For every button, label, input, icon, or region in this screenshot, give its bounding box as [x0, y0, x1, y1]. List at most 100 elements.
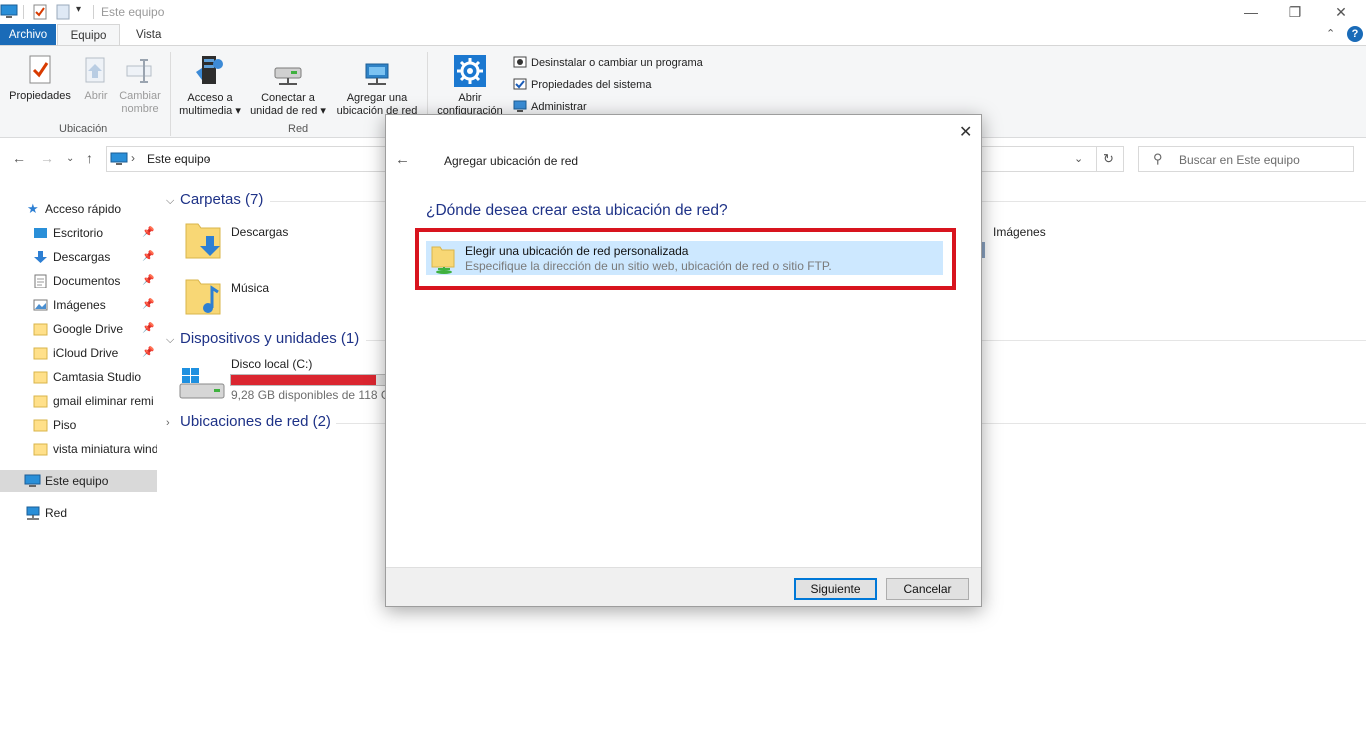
rename-icon: [126, 59, 152, 83]
pin-icon[interactable]: 📌: [142, 246, 154, 268]
media-access-label-2: multimedia ▾: [179, 105, 241, 117]
network-locations-group-header[interactable]: › Ubicaciones de red (2): [166, 413, 331, 430]
window-title: Este equipo: [101, 5, 165, 19]
search-box[interactable]: ⚲ Buscar en Este equipo: [1138, 146, 1354, 172]
chevron-down-icon: ⌵: [166, 195, 175, 207]
nav-quick-access[interactable]: ★ Acceso rápido: [0, 198, 157, 220]
downloads-folder-icon: [185, 223, 221, 259]
open-settings-button[interactable]: Abrir configuración: [432, 54, 508, 118]
this-pc-icon: [0, 4, 18, 22]
dialog-back-arrow-icon[interactable]: ←: [395, 151, 410, 168]
breadcrumb-this-pc[interactable]: Este equipo: [147, 152, 210, 166]
folder-icon: [33, 443, 48, 456]
rename-label-2: nombre: [121, 103, 159, 115]
nav-item-vista-miniatura[interactable]: vista miniatura wind: [0, 438, 157, 460]
help-icon[interactable]: ?: [1347, 26, 1363, 42]
network-locations-group-label: Ubicaciones de red (2): [180, 413, 331, 430]
back-arrow-icon[interactable]: ←: [12, 150, 26, 166]
nav-item-documentos[interactable]: Documentos 📌: [0, 270, 157, 292]
folders-group-label: Carpetas (7): [180, 191, 264, 208]
drive-free-space: 9,28 GB disponibles de 118 GB: [231, 388, 399, 402]
recent-locations-chevron-icon[interactable]: ⌄: [66, 153, 74, 164]
folder-icon: [33, 395, 48, 408]
uninstall-program-command[interactable]: Desinstalar o cambiar un programa: [513, 55, 703, 71]
folder-musica[interactable]: [184, 274, 224, 323]
tab-vista[interactable]: Vista: [126, 24, 171, 46]
drive-name: Disco local (C:): [231, 357, 313, 371]
devices-group-header[interactable]: ⌵ Dispositivos y unidades (1): [166, 330, 359, 347]
folder-icon: [33, 347, 48, 360]
open-button[interactable]: Abrir: [80, 54, 112, 103]
dialog-title: Agregar ubicación de red: [444, 154, 579, 168]
close-window-button[interactable]: ✕: [1326, 2, 1356, 22]
drive-usage-bar: [230, 374, 390, 386]
folder-musica-label: Música: [231, 281, 270, 295]
add-network-location-dialog: ✕ ← Agregar ubicación de red ¿Dónde dese…: [385, 114, 982, 607]
title-bar: ▾ Este equipo — ❐ ✕: [0, 0, 1366, 24]
group-label-red: Red: [288, 123, 309, 135]
nav-network[interactable]: Red: [0, 502, 157, 524]
cancel-button[interactable]: Cancelar: [886, 578, 969, 600]
tab-archivo[interactable]: Archivo: [0, 24, 56, 46]
refresh-icon[interactable]: ↻: [1103, 151, 1114, 167]
properties-button[interactable]: Propiedades: [6, 54, 74, 103]
ribbon-tabs: Archivo Equipo Vista ⌃ ?: [0, 24, 1366, 46]
nav-item-label: Google Drive: [53, 322, 124, 336]
chevron-down-icon[interactable]: ▾: [76, 4, 81, 15]
forward-arrow-icon[interactable]: →: [40, 150, 54, 166]
add-location-label-1: Agregar una: [346, 92, 408, 104]
nav-item-icloud-drive[interactable]: iCloud Drive 📌: [0, 342, 157, 364]
folder-descargas[interactable]: [184, 218, 224, 267]
new-folder-quick-icon[interactable]: [56, 4, 70, 23]
local-disk-c[interactable]: [178, 366, 226, 405]
nav-item-gmail-eliminar[interactable]: gmail eliminar remi: [0, 390, 157, 412]
nav-item-imagenes[interactable]: Imágenes 📌: [0, 294, 157, 316]
rename-button[interactable]: Cambiar nombre: [116, 54, 164, 116]
system-properties-command[interactable]: Propiedades del sistema: [513, 77, 651, 93]
media-access-label-1: Acceso a: [187, 92, 233, 104]
maximize-button[interactable]: ❐: [1280, 2, 1310, 22]
tab-equipo[interactable]: Equipo: [57, 24, 120, 46]
up-arrow-icon[interactable]: ↑: [86, 150, 93, 166]
breadcrumb-chevron-icon[interactable]: ›: [131, 151, 135, 165]
nav-item-google-drive[interactable]: Google Drive 📌: [0, 318, 157, 340]
nav-item-descargas[interactable]: Descargas 📌: [0, 246, 157, 268]
manage-command[interactable]: Administrar: [513, 99, 587, 115]
nav-item-label: Documentos: [53, 274, 121, 288]
pin-icon[interactable]: 📌: [142, 270, 154, 292]
pin-icon[interactable]: 📌: [142, 294, 154, 316]
folder-icon: [33, 323, 48, 336]
pin-icon[interactable]: 📌: [142, 342, 154, 364]
pin-icon[interactable]: 📌: [142, 318, 154, 340]
dialog-close-button[interactable]: ✕: [959, 122, 972, 142]
media-server-icon: [196, 56, 223, 84]
this-pc-icon: [24, 474, 41, 487]
breadcrumb-chevron-icon[interactable]: ›: [206, 151, 210, 165]
map-drive-label-1: Conectar a: [261, 92, 315, 104]
pin-icon[interactable]: 📌: [142, 222, 154, 244]
next-button[interactable]: Siguiente: [794, 578, 877, 600]
nav-item-piso[interactable]: Piso: [0, 414, 157, 436]
nav-item-label: Piso: [53, 418, 77, 432]
nav-item-label: Escritorio: [53, 226, 104, 240]
minimize-button[interactable]: —: [1236, 2, 1266, 22]
nav-item-camtasia-studio[interactable]: Camtasia Studio: [0, 366, 157, 388]
devices-group-label: Dispositivos y unidades (1): [180, 330, 360, 347]
nav-item-escritorio[interactable]: Escritorio 📌: [0, 222, 157, 244]
media-access-button[interactable]: Acceso a multimedia ▾: [174, 54, 246, 118]
address-dropdown-icon[interactable]: ⌄: [1074, 152, 1083, 165]
folders-group-header[interactable]: ⌵ Carpetas (7): [166, 191, 263, 208]
folder-icon: [33, 371, 48, 384]
nav-this-pc[interactable]: Este equipo: [0, 470, 157, 492]
star-icon: ★: [27, 201, 39, 216]
rename-label-1: Cambiar: [119, 90, 161, 102]
map-drive-label-2: unidad de red ▾: [250, 105, 326, 117]
navigation-pane: ★ Acceso rápido Escritorio 📌 Descargas 📌…: [0, 190, 157, 729]
properties-quick-icon[interactable]: [33, 4, 47, 23]
add-network-location-button[interactable]: Agregar una ubicación de red: [332, 60, 422, 118]
map-network-drive-button[interactable]: Conectar a unidad de red ▾: [246, 60, 330, 118]
network-icon: [26, 506, 40, 520]
pictures-icon: [33, 299, 48, 311]
collapse-ribbon-icon[interactable]: ⌃: [1326, 27, 1335, 40]
folder-imagenes-label[interactable]: Imágenes: [993, 225, 1046, 239]
